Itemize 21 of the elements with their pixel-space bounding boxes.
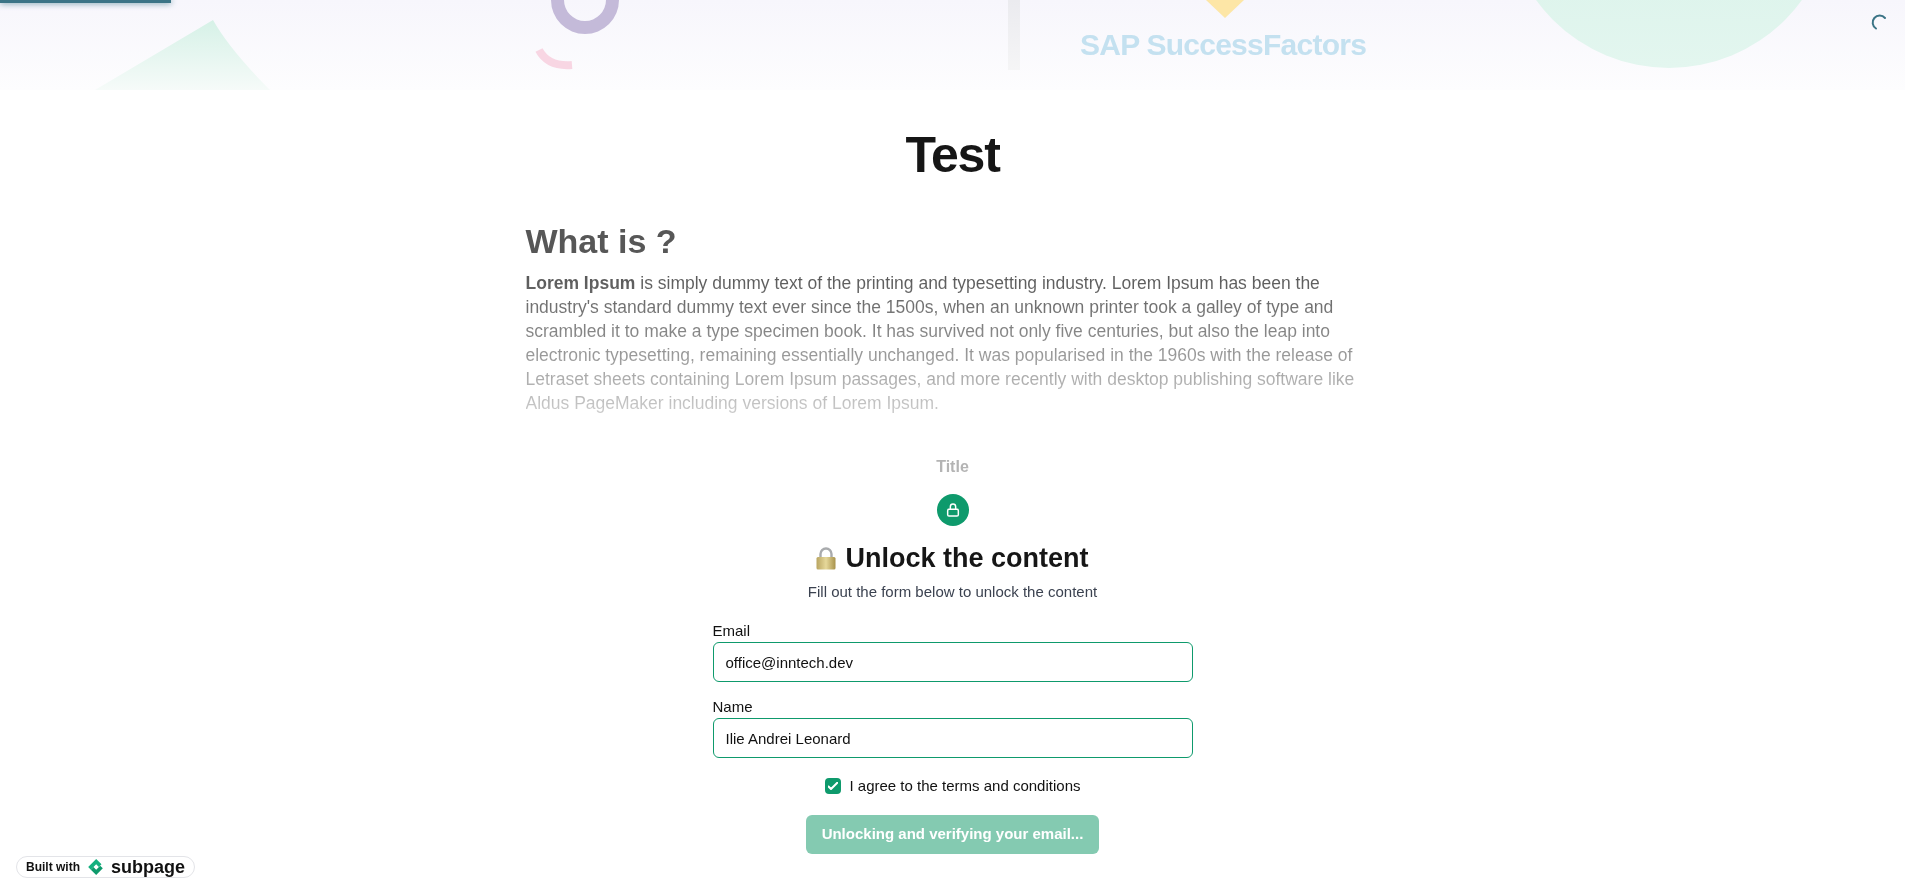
terms-label: I agree to the terms and conditions [849, 776, 1081, 796]
check-icon [827, 782, 838, 790]
checkbox[interactable] [824, 778, 841, 794]
section-heading: What is ? [525, 221, 678, 261]
badge-brand: subpage [111, 857, 185, 877]
logo-icon [88, 859, 103, 875]
gate-title: Title [936, 457, 969, 477]
input-field[interactable]: office@inntech.dev [712, 642, 1193, 682]
unlock-subtitle: Fill out the form below to unlock the content [807, 582, 1098, 602]
page-title: Test [905, 126, 1000, 185]
built-with-badge[interactable]: Built with subpage [16, 856, 195, 878]
badge-prefix: Built with [26, 860, 80, 874]
spinner-icon [1870, 13, 1888, 31]
input-field[interactable]: Ilie Andrei Leonard [712, 718, 1193, 758]
field-label: Name [712, 697, 753, 717]
unlock-heading: Unlock the content [845, 542, 1089, 574]
padlock-icon [816, 546, 837, 570]
ring-shape [550, 0, 620, 36]
field-label: Email [712, 621, 750, 641]
lock-icon [936, 494, 969, 526]
diamond-shape [1206, 0, 1244, 18]
